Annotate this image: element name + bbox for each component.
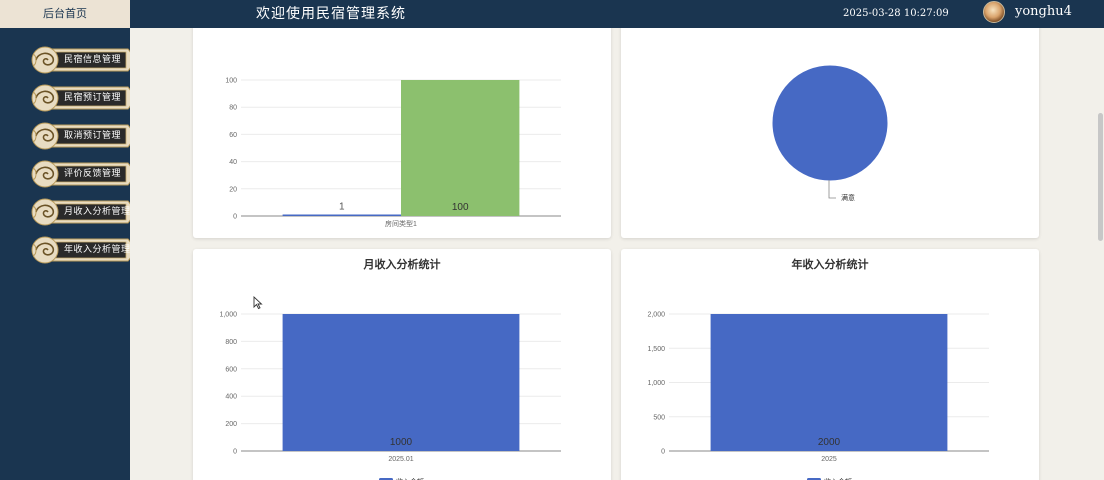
- bar-data-label: 100: [452, 202, 469, 213]
- y-tick-label: 0: [661, 449, 665, 456]
- chart-title: 年收入分析统计: [792, 257, 869, 271]
- sidebar-item-label: 月收入分析管理: [64, 207, 131, 217]
- page-title: 欢迎使用民宿管理系统: [256, 6, 406, 22]
- avatar[interactable]: [983, 1, 1005, 23]
- top-header: 后台首页 欢迎使用民宿管理系统 2025-03-28 10:27:09 yong…: [0, 0, 1104, 28]
- mouse-cursor-icon: [253, 296, 263, 310]
- sidebar-item-label: 年收入分析管理: [64, 245, 131, 255]
- x-tick-label: 房间类型1: [385, 219, 417, 228]
- y-tick-label: 2,000: [647, 312, 665, 319]
- dashboard-main: 0204060801001100房间类型1预订数量预订金额 满意 月收入分析统计…: [130, 28, 1104, 480]
- y-tick-label: 80: [229, 105, 237, 112]
- x-tick-label: 2025: [821, 456, 837, 463]
- bar-data-label: 2000: [818, 437, 841, 448]
- booking-chart-card: 0204060801001100房间类型1预订数量预订金额: [193, 28, 611, 238]
- pie-label-line: [828, 180, 836, 199]
- y-tick-label: 1,500: [647, 346, 665, 353]
- home-tab[interactable]: 后台首页: [0, 0, 130, 28]
- y-tick-label: 1,000: [647, 380, 665, 387]
- sidebar-item-label: 民宿预订管理: [64, 93, 122, 103]
- sidebar-item-label: 民宿信息管理: [64, 55, 122, 65]
- bar-data-label: 1000: [390, 437, 413, 448]
- chart-bar: [710, 314, 948, 451]
- y-tick-label: 20: [229, 186, 237, 193]
- sidebar-item-booking[interactable]: 民宿预订管理: [30, 81, 131, 115]
- sidebar-item-cancel-booking[interactable]: 取消预订管理: [30, 119, 131, 153]
- chart-bar: [401, 80, 520, 216]
- sidebar-item-label: 评价反馈管理: [64, 169, 122, 179]
- y-tick-label: 0: [233, 214, 237, 221]
- sidebar-item-yearly-income[interactable]: 年收入分析管理: [30, 233, 131, 267]
- x-tick-label: 2025.01: [388, 456, 413, 463]
- datetime-display: 2025-03-28 10:27:09: [843, 8, 949, 19]
- y-tick-label: 1,000: [219, 312, 237, 319]
- sidebar-item-homestay-info[interactable]: 民宿信息管理: [30, 43, 131, 77]
- y-tick-label: 800: [225, 339, 237, 346]
- booking-bar-chart: 0204060801001100房间类型1预订数量预订金额: [225, 78, 561, 228]
- y-tick-label: 0: [233, 449, 237, 456]
- sidebar-item-monthly-income[interactable]: 月收入分析管理: [30, 195, 131, 229]
- satisfaction-chart-card: 满意: [621, 28, 1039, 238]
- pie-slice: [771, 64, 889, 182]
- sidebar: 民宿信息管理 民宿预订管理 取消预订管理 评价反馈管理 月收入分析管理 年收入分…: [0, 28, 131, 480]
- y-tick-label: 200: [225, 421, 237, 428]
- y-tick-label: 600: [225, 366, 237, 373]
- monthly-income-card: 月收入分析统计02004006008001,00010002025.01收入金额: [193, 249, 611, 480]
- satisfaction-pie-chart: 满意: [771, 64, 889, 202]
- y-tick-label: 60: [229, 132, 237, 139]
- pie-slice-label: 满意: [841, 193, 855, 202]
- chart-bar: [282, 214, 401, 216]
- chart-title: 月收入分析统计: [363, 257, 441, 271]
- bar-data-label: 1: [339, 202, 345, 213]
- monthly-income-chart: 月收入分析统计02004006008001,00010002025.01收入金额: [219, 257, 561, 480]
- username-label[interactable]: yonghu4: [1015, 4, 1072, 19]
- yearly-income-card: 年收入分析统计05001,0001,5002,00020002025收入金额: [621, 249, 1039, 480]
- y-tick-label: 500: [653, 414, 665, 421]
- sidebar-item-feedback[interactable]: 评价反馈管理: [30, 157, 131, 191]
- y-tick-label: 400: [225, 394, 237, 401]
- page-scrollbar[interactable]: [1098, 113, 1103, 241]
- sidebar-item-label: 取消预订管理: [64, 131, 122, 141]
- y-tick-label: 40: [229, 159, 237, 166]
- chart-bar: [282, 314, 520, 451]
- yearly-income-chart: 年收入分析统计05001,0001,5002,00020002025收入金额: [647, 257, 989, 480]
- y-tick-label: 100: [225, 78, 237, 85]
